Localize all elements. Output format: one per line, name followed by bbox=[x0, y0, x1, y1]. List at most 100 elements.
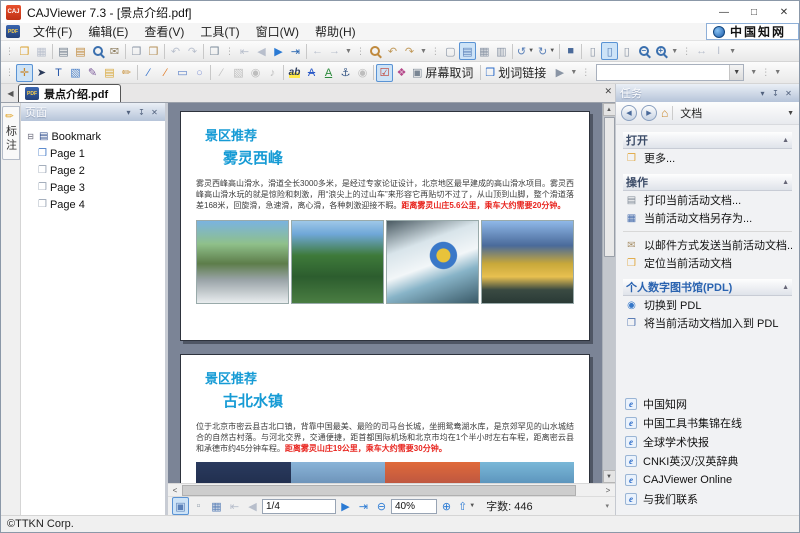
word-link-button[interactable]: ❒划词链接 bbox=[483, 64, 551, 82]
task-item[interactable]: ❐将当前活动文档加入到 PDL bbox=[623, 314, 792, 332]
task-forward-button[interactable]: ▶ bbox=[641, 105, 657, 121]
bookmark-page-item-2[interactable]: ❒Page 2 bbox=[25, 162, 163, 179]
search-button[interactable] bbox=[367, 42, 384, 60]
layout-thumbnail-button[interactable]: ▫ bbox=[190, 497, 207, 515]
toolbar-overflow-button[interactable]: ▼ bbox=[345, 48, 352, 55]
task-item[interactable]: ▦当前活动文档另存为... bbox=[623, 209, 792, 227]
annotation-panel-tab[interactable]: ✎ 标注 bbox=[2, 106, 20, 160]
fit-page-button[interactable]: ▯ bbox=[601, 42, 618, 60]
toolbar-overflow-button[interactable]: ▼ bbox=[570, 69, 577, 76]
note-button[interactable]: ▤ bbox=[101, 64, 118, 82]
ocr-button[interactable]: ✎ bbox=[84, 64, 101, 82]
toolbar-overflow-button[interactable]: ▼ bbox=[420, 48, 427, 55]
measure-button[interactable]: ↔ bbox=[693, 42, 710, 60]
menu-item-3[interactable]: 工具(T) bbox=[192, 22, 247, 41]
panel-close-icon[interactable]: ✕ bbox=[148, 108, 161, 117]
task-item[interactable]: ◉切换到 PDL bbox=[623, 296, 792, 314]
minimize-button[interactable]: — bbox=[709, 1, 739, 23]
task-item[interactable]: ▤打印当前活动文档... bbox=[623, 191, 792, 209]
prev-page-button[interactable]: ◀ bbox=[244, 497, 261, 515]
annotation-line-button[interactable]: ∕ bbox=[213, 64, 230, 82]
previous-view-button[interactable]: ↶ bbox=[384, 42, 401, 60]
close-button[interactable]: ✕ bbox=[769, 1, 799, 23]
maximize-button[interactable]: □ bbox=[739, 1, 769, 23]
single-page-button[interactable]: ▢ bbox=[442, 42, 459, 60]
bookmark-page-item-1[interactable]: ❒Page 1 bbox=[25, 145, 163, 162]
cnki-brand-button[interactable]: 中国知网 bbox=[706, 23, 799, 40]
vertical-scroll-thumb[interactable] bbox=[604, 117, 615, 257]
toolbar-overflow-button[interactable]: ▼ bbox=[750, 69, 757, 76]
image-select-button[interactable]: ▧ bbox=[67, 64, 84, 82]
task-section-header[interactable]: 个人数字图书馆(PDL)▲ bbox=[623, 279, 792, 296]
task-item[interactable]: ❒更多... bbox=[623, 149, 792, 167]
anchor-button[interactable]: ⚓ bbox=[337, 64, 354, 82]
forward-view-button[interactable]: → bbox=[326, 42, 343, 60]
undo-button[interactable]: ↶ bbox=[167, 42, 184, 60]
vertical-scrollbar[interactable]: ▲ ▼ bbox=[602, 103, 615, 483]
collapse-navbar-button[interactable]: ▾ bbox=[605, 502, 609, 510]
zoom-out-button[interactable]: − bbox=[635, 42, 652, 60]
panel-pin-icon[interactable]: ↧ bbox=[135, 108, 148, 117]
last-page-button[interactable]: ⇥ bbox=[355, 497, 372, 515]
tab-document[interactable]: PDF 景点介绍.pdf bbox=[18, 84, 121, 102]
copy-button[interactable]: ❐ bbox=[128, 42, 145, 60]
strikeout-button[interactable]: A bbox=[303, 64, 320, 82]
continuous-layout-button[interactable]: ▤ bbox=[459, 42, 476, 60]
properties-button[interactable]: ❒ bbox=[206, 42, 223, 60]
toolbar-overflow-button[interactable]: ▼ bbox=[671, 48, 678, 55]
toolbar-overflow-button[interactable]: ▼ bbox=[774, 69, 781, 76]
screen-capture-button[interactable]: ▣屏幕取词 bbox=[410, 64, 478, 82]
next-page-button[interactable]: ▶ bbox=[337, 497, 354, 515]
panel-menu-icon[interactable]: ▾ bbox=[122, 108, 135, 117]
back-view-button[interactable]: ← bbox=[309, 42, 326, 60]
underline-button[interactable]: A bbox=[320, 64, 337, 82]
zoom-level-input[interactable] bbox=[391, 499, 437, 514]
home-icon[interactable]: ⌂ bbox=[661, 106, 668, 120]
external-link-0[interactable]: e中国知网 bbox=[625, 394, 792, 413]
panel-close-icon[interactable]: ✕ bbox=[782, 89, 795, 98]
page-number-input[interactable] bbox=[262, 499, 336, 514]
zoom-out-button[interactable]: ⊖ bbox=[373, 497, 390, 515]
zoom-in-button[interactable]: ⊕ bbox=[438, 497, 455, 515]
horizontal-scroll-thumb[interactable] bbox=[182, 485, 576, 496]
bookmark-page-item-3[interactable]: ❒Page 3 bbox=[25, 179, 163, 196]
next-page-button[interactable]: ▶ bbox=[270, 42, 287, 60]
chevron-down-icon[interactable]: ▼ bbox=[549, 48, 555, 54]
highlight-button[interactable]: ab bbox=[286, 64, 303, 82]
bookmark-root[interactable]: ⊟▤Bookmark bbox=[25, 128, 163, 145]
chevron-down-icon[interactable]: ▼ bbox=[787, 110, 794, 117]
facing-layout-button[interactable]: ▥ bbox=[493, 42, 510, 60]
collapse-section-icon[interactable]: ▲ bbox=[782, 284, 789, 291]
fit-width-button[interactable]: ▯ bbox=[584, 42, 601, 60]
task-back-button[interactable]: ◀ bbox=[621, 105, 637, 121]
layout-continuous-button[interactable]: ▣ bbox=[172, 497, 189, 515]
task-item[interactable]: ❒定位当前活动文档 bbox=[623, 254, 792, 272]
redo-button[interactable]: ↷ bbox=[184, 42, 201, 60]
annotation-image-button[interactable]: ▧ bbox=[230, 64, 247, 82]
chevron-down-icon[interactable]: ▼ bbox=[729, 65, 743, 80]
next-view-button[interactable]: ↷ bbox=[401, 42, 418, 60]
text-note-button[interactable]: ✏ bbox=[118, 64, 135, 82]
toolbar-overflow-button[interactable]: ▼ bbox=[729, 48, 736, 55]
save-button[interactable]: ▦ bbox=[33, 42, 50, 60]
movie-button[interactable]: ◉ bbox=[247, 64, 264, 82]
line-tool-button[interactable]: ∕ bbox=[140, 64, 157, 82]
external-link-4[interactable]: eCAJViewer Online bbox=[625, 470, 792, 489]
toolbar-combobox[interactable]: ▼ bbox=[596, 64, 744, 81]
menu-item-4[interactable]: 窗口(W) bbox=[248, 22, 307, 41]
scroll-right-icon[interactable]: > bbox=[601, 484, 615, 496]
print-button[interactable]: ▤ bbox=[55, 42, 72, 60]
tab-scroll-left-button[interactable]: ◀ bbox=[3, 85, 18, 102]
collapse-icon[interactable]: ⊟ bbox=[25, 132, 36, 141]
scroll-down-icon[interactable]: ▼ bbox=[603, 470, 616, 483]
panel-pin-icon[interactable]: ↧ bbox=[769, 89, 782, 98]
bookmark-page-item-4[interactable]: ❒Page 4 bbox=[25, 196, 163, 213]
scroll-left-icon[interactable]: < bbox=[168, 484, 182, 496]
rotate-right-button[interactable]: ↻▼ bbox=[536, 42, 557, 60]
fit-mode-button[interactable]: ⇧▼ bbox=[456, 497, 477, 515]
prev-page-button[interactable]: ◀ bbox=[253, 42, 270, 60]
menu-item-5[interactable]: 帮助(H) bbox=[307, 22, 364, 41]
layout-grid-button[interactable]: ▦ bbox=[208, 497, 225, 515]
text-cursor-button[interactable]: I bbox=[710, 42, 727, 60]
open-button[interactable]: ❐ bbox=[16, 42, 33, 60]
